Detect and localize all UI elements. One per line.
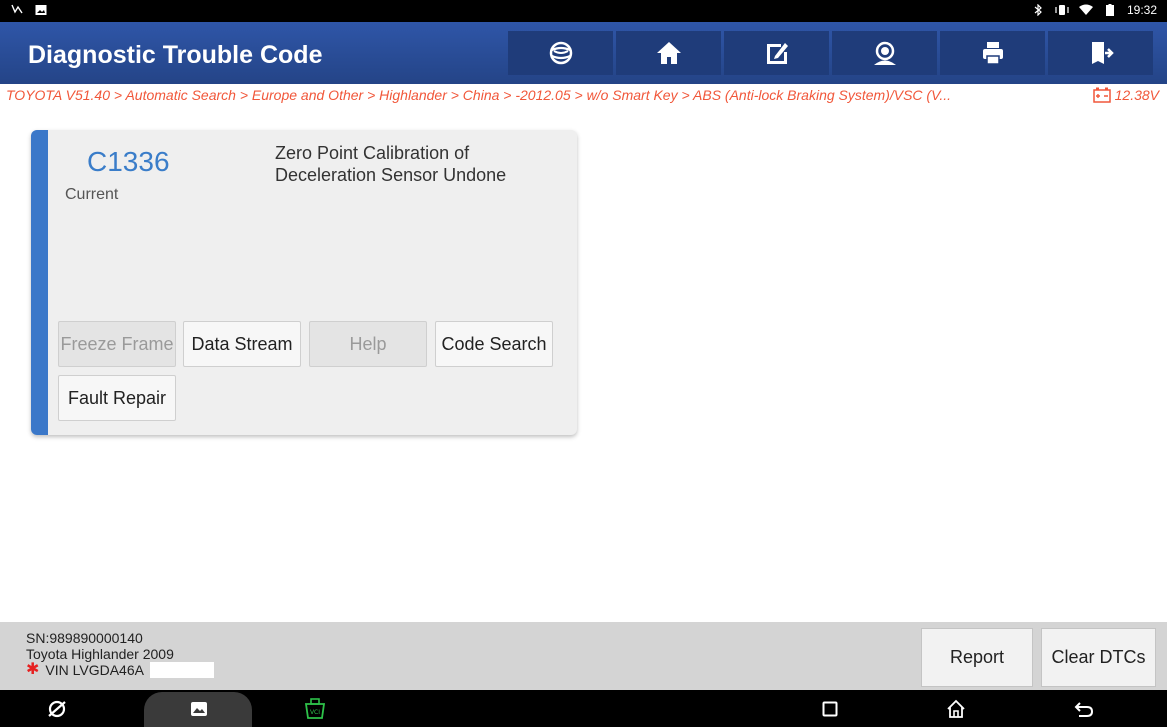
wifi-icon bbox=[1078, 3, 1093, 17]
vci-icon: VCI bbox=[304, 698, 326, 719]
edit-icon bbox=[766, 43, 788, 64]
voltage-indicator: 12.38V bbox=[1092, 87, 1159, 103]
svg-text:VCI: VCI bbox=[310, 709, 320, 716]
dtc-status: Current bbox=[65, 186, 119, 203]
vin-number: VIN LVGDA46A bbox=[45, 662, 144, 678]
back-arrow-icon bbox=[1074, 702, 1094, 717]
globe-icon bbox=[549, 41, 572, 65]
dtc-card: C1336 Current Zero Point Calibration of … bbox=[31, 130, 577, 435]
page-title: Diagnostic Trouble Code bbox=[28, 41, 323, 69]
vehicle-info-bar: SN:989890000140 Toyota Highlander 2009 ✱… bbox=[0, 622, 1167, 690]
dtc-description: Zero Point Calibration of Deceleration S… bbox=[275, 143, 507, 185]
home-button[interactable] bbox=[616, 31, 721, 75]
vibrate-icon bbox=[1055, 3, 1069, 17]
breadcrumb: TOYOTA V51.40 > Automatic Search > Europ… bbox=[6, 87, 952, 103]
gallery-icon bbox=[191, 702, 207, 716]
battery-status-icon bbox=[1103, 3, 1117, 17]
freeze-frame-button[interactable]: Freeze Frame bbox=[58, 321, 176, 367]
vehicle-info: SN:989890000140 Toyota Highlander 2009 ✱… bbox=[26, 630, 214, 678]
exit-button[interactable] bbox=[1048, 31, 1153, 75]
battery-icon bbox=[1092, 87, 1111, 103]
fault-repair-button[interactable]: Fault Repair bbox=[58, 375, 176, 421]
serial-number: SN:989890000140 bbox=[26, 630, 143, 646]
print-icon bbox=[982, 42, 1003, 65]
vehicle-model: Toyota Highlander 2009 bbox=[26, 646, 174, 662]
dtc-card-accent bbox=[31, 130, 48, 435]
data-stream-button[interactable]: Data Stream bbox=[183, 321, 301, 367]
vci-button[interactable]: VCI bbox=[302, 696, 328, 722]
home-nav-button[interactable] bbox=[943, 696, 969, 722]
voltage-value: 12.38V bbox=[1114, 87, 1159, 103]
edit-button[interactable] bbox=[724, 31, 829, 75]
android-status-bar: 19:32 bbox=[0, 0, 1167, 22]
android-nav-bar: VCI bbox=[0, 690, 1167, 727]
home-icon bbox=[656, 42, 681, 64]
support-button[interactable] bbox=[832, 31, 937, 75]
exit-icon bbox=[1091, 42, 1114, 64]
status-time: 19:32 bbox=[1126, 3, 1157, 17]
breadcrumb-bar: TOYOTA V51.40 > Automatic Search > Europ… bbox=[0, 84, 1167, 108]
home-outline-icon bbox=[947, 699, 965, 718]
help-button[interactable]: Help bbox=[309, 321, 427, 367]
vin-row: ✱ VIN LVGDA46A bbox=[26, 662, 214, 678]
code-search-button[interactable]: Code Search bbox=[435, 321, 553, 367]
orbit-icon bbox=[48, 700, 66, 718]
usb-debug-icon bbox=[10, 3, 24, 17]
recent-apps-icon bbox=[822, 701, 838, 717]
browser-button[interactable] bbox=[44, 696, 70, 722]
required-star-icon: ✱ bbox=[26, 661, 40, 678]
recent-apps-button[interactable] bbox=[817, 696, 843, 722]
dtc-code: C1336 bbox=[87, 146, 170, 177]
globe-button[interactable] bbox=[508, 31, 613, 75]
toolbar bbox=[508, 31, 1153, 75]
app-header: Diagnostic Trouble Code bbox=[0, 22, 1167, 84]
gallery-button[interactable] bbox=[186, 696, 212, 722]
bluetooth-icon bbox=[1031, 3, 1045, 17]
print-button[interactable] bbox=[940, 31, 1045, 75]
vin-redaction bbox=[149, 662, 214, 678]
back-button[interactable] bbox=[1071, 696, 1097, 722]
report-button[interactable]: Report bbox=[921, 628, 1033, 687]
image-notification-icon bbox=[34, 3, 48, 17]
clear-dtcs-button[interactable]: Clear DTCs bbox=[1041, 628, 1156, 687]
support-icon bbox=[873, 41, 896, 65]
